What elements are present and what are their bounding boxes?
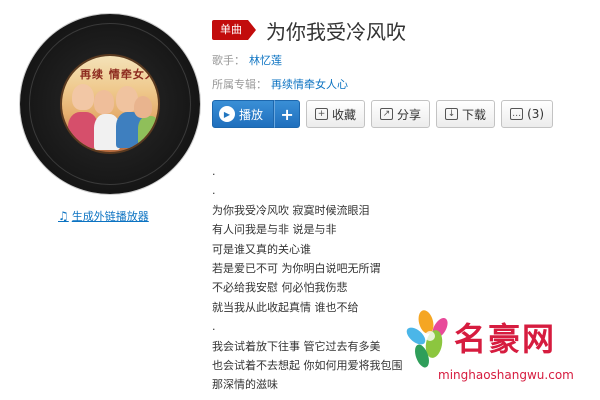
- collect-label: 收藏: [332, 107, 357, 122]
- cover-title-text: 再续 情牵女人心: [80, 68, 160, 81]
- comment-count: (3): [527, 107, 545, 121]
- action-bar: ▶ 播放 + + 收藏 ↗ 分享 ↓ 下载 … (3): [212, 100, 592, 128]
- share-button[interactable]: ↗ 分享: [371, 100, 431, 128]
- album-vinyl: 再续 情牵女人心: [20, 14, 200, 194]
- comment-button[interactable]: … (3): [501, 100, 554, 128]
- music-note-icon: ♫: [58, 209, 69, 223]
- album-label: 所属专辑：: [212, 78, 267, 91]
- folder-plus-icon: +: [315, 108, 329, 120]
- play-label: 播放: [239, 107, 264, 122]
- download-label: 下载: [462, 107, 487, 122]
- leaf-logo-icon: [406, 310, 448, 368]
- album-link[interactable]: 再续情牵女人心: [271, 76, 348, 94]
- cover-face: [134, 96, 152, 118]
- share-icon: ↗: [380, 108, 394, 120]
- song-info: 单曲 为你我受冷风吹 歌手： 林忆莲 所属专辑： 再续情牵女人心 ▶ 播放 +: [212, 16, 592, 128]
- collect-button[interactable]: + 收藏: [306, 100, 366, 128]
- play-button[interactable]: ▶ 播放: [212, 100, 275, 128]
- watermark-url: minghaoshangwu.com: [438, 368, 574, 382]
- lyric-line: .: [212, 184, 216, 198]
- watermark-text: 名豪网: [454, 320, 557, 358]
- share-label: 分享: [397, 107, 422, 122]
- lyric-line: .: [212, 165, 216, 178]
- lyric-line: 不必给我安慰 何必怕我伤悲: [212, 281, 348, 295]
- comment-icon: …: [510, 108, 524, 120]
- download-button[interactable]: ↓ 下载: [436, 100, 496, 128]
- song-meta: 歌手： 林忆莲 所属专辑： 再续情牵女人心: [212, 52, 592, 94]
- lyric-line: 有人问我是与非 说是与非: [212, 223, 337, 237]
- generate-player-link-label: 生成外链播放器: [71, 210, 149, 223]
- singer-label: 歌手：: [212, 54, 245, 67]
- lyric-line: 为你我受冷风吹 寂寞时候流眼泪: [212, 203, 370, 217]
- download-icon: ↓: [445, 108, 459, 120]
- singer-row: 歌手： 林忆莲: [212, 52, 592, 70]
- song-page: 再续 情牵女人心 ♫ 生成外链播放器 单曲 为你我受冷风吹 歌手： 林忆莲 所属…: [0, 0, 600, 400]
- site-watermark: 名豪网 minghaoshangwu.com: [402, 306, 594, 392]
- single-tag: 单曲: [212, 20, 256, 40]
- title-row: 单曲 为你我受冷风吹: [212, 16, 592, 44]
- lyric-line: 若是爱已不可 为你明白说吧无所谓: [212, 261, 381, 275]
- generate-player-link[interactable]: ♫ 生成外链播放器: [58, 208, 149, 224]
- play-icon: ▶: [219, 106, 235, 122]
- add-to-playlist-button[interactable]: +: [274, 100, 301, 128]
- singer-link[interactable]: 林忆莲: [249, 52, 282, 70]
- cover-figure: [138, 116, 158, 148]
- cover-face: [94, 90, 114, 114]
- lyric-line: 可是谁又真的关心谁: [212, 242, 311, 256]
- album-row: 所属专辑： 再续情牵女人心: [212, 76, 592, 94]
- cover-face: [72, 84, 94, 110]
- album-cover[interactable]: 再续 情牵女人心: [60, 54, 160, 154]
- song-title: 为你我受冷风吹: [266, 19, 406, 44]
- play-group: ▶ 播放 +: [212, 100, 301, 128]
